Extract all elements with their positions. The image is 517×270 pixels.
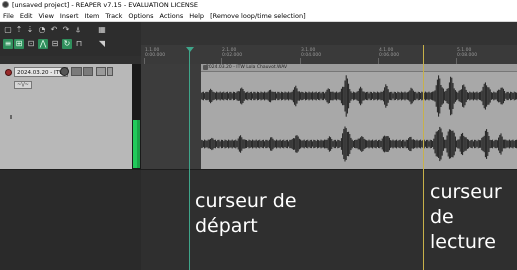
undo-icon[interactable]: ↶ — [49, 25, 59, 35]
menu-options[interactable]: Options — [128, 12, 153, 20]
play-cursor-line — [423, 45, 424, 270]
ruler-label: 5.1.00 0:08.000 — [457, 48, 478, 58]
grouping-icon[interactable]: ⊡ — [26, 39, 36, 49]
mute-button[interactable] — [71, 67, 82, 76]
menu-help[interactable]: Help — [189, 12, 204, 20]
envelope-icon[interactable]: ⊟ — [50, 39, 60, 49]
save-project-icon[interactable]: ⇣ — [25, 25, 35, 35]
lock-icon[interactable]: ⊓ — [74, 39, 84, 49]
ruler-label: 1.1.00 0:00.000 — [145, 48, 166, 58]
redo-icon[interactable]: ↷ — [61, 25, 71, 35]
menu-remove-loop[interactable]: [Remove loop/time selection] — [210, 12, 306, 20]
io-button[interactable] — [107, 67, 113, 76]
envelope-button[interactable]: ~\/~ — [14, 81, 32, 89]
reaper-app-icon — [2, 1, 9, 8]
track-meter-fill-right — [137, 120, 140, 168]
edit-cursor-line[interactable] — [189, 48, 190, 270]
ruler-label: 2.1.00 0:02.000 — [222, 48, 243, 58]
menu-actions[interactable]: Actions — [159, 12, 183, 20]
open-project-icon[interactable]: ⇡ — [14, 25, 24, 35]
ruler-label: 4.1.00 0:06.000 — [379, 48, 400, 58]
edit-cursor-marker[interactable] — [186, 47, 194, 52]
cursor-tool-icon[interactable]: ◥ — [97, 39, 107, 49]
project-settings-icon[interactable]: ◔ — [37, 25, 47, 35]
annotation-play-cursor: curseur de lecture — [430, 181, 502, 253]
loop-icon[interactable]: ↻ — [62, 39, 72, 49]
ruler-label: 3.1.00 0:04.000 — [301, 48, 322, 58]
waveform-channel-left — [201, 75, 517, 117]
track-control-panel[interactable] — [0, 64, 133, 170]
ruler-region-lane[interactable] — [141, 22, 517, 45]
grid-icon[interactable]: ▦ — [97, 25, 107, 35]
annotation-edit-cursor: curseur de départ — [195, 190, 297, 237]
auto-crossfade-icon[interactable]: ⋀ — [38, 39, 48, 49]
arrange-empty-region[interactable] — [141, 64, 201, 170]
menu-view[interactable]: View — [38, 12, 53, 20]
menu-file[interactable]: File — [3, 12, 14, 20]
menu-bar: File Edit View Insert Item Track Options Action… — [0, 11, 517, 22]
menu-track[interactable]: Track — [105, 12, 122, 20]
title-bar: [unsaved project] - REAPER v7.15 - EVALU… — [0, 0, 517, 11]
snap-icon[interactable]: ⊞ — [14, 39, 24, 49]
new-project-icon[interactable]: ▢ — [3, 25, 13, 35]
main-toolbar: ▢ ⇡ ⇣ ◔ ↶ ↷ ⍋ ▦ ≡ ⊞ ⊡ ⋀ ⊟ ↻ ⊓ ◥ — [0, 22, 141, 56]
volume-knob-icon[interactable] — [60, 67, 69, 76]
solo-button[interactable] — [83, 67, 93, 76]
metronome-icon[interactable]: ⍋ — [73, 25, 83, 35]
ripple-edit-icon[interactable]: ≡ — [3, 39, 13, 49]
menu-insert[interactable]: Insert — [60, 12, 79, 20]
menu-item[interactable]: Item — [85, 12, 100, 20]
fx-button[interactable] — [96, 67, 106, 76]
tcp-resize-grip[interactable] — [10, 115, 12, 119]
waveform — [201, 75, 517, 162]
menu-edit[interactable]: Edit — [20, 12, 33, 20]
record-arm-button[interactable] — [5, 69, 12, 76]
timeline-ruler[interactable]: 1.1.00 0:00.000 2.1.00 0:02.000 3.1.00 0:04… — [141, 45, 517, 65]
empty-tcp-area[interactable] — [0, 170, 141, 270]
window-title: [unsaved project] - REAPER v7.15 - EVALU… — [12, 1, 199, 9]
waveform-channel-right — [201, 126, 517, 162]
item-fx-icon[interactable] — [203, 65, 208, 70]
media-item-label: 2024.03.20 - ITW Lola Chauvot.WAV — [206, 65, 288, 70]
tcp-header-strip — [0, 56, 141, 64]
